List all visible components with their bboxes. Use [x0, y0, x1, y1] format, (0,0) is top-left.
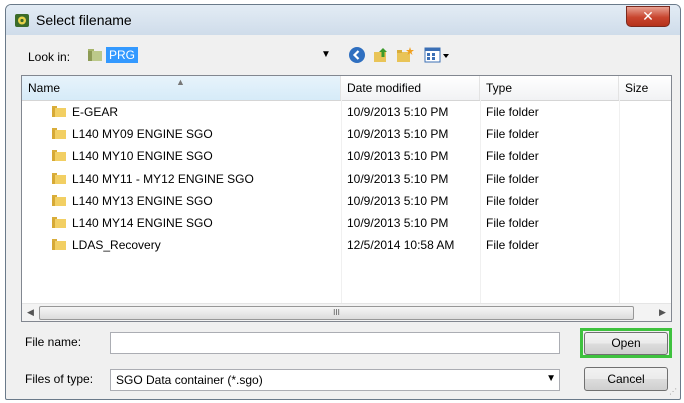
folder-icon [52, 194, 66, 206]
file-name-label: File name: [25, 335, 82, 349]
list-item[interactable]: L140 MY09 ENGINE SGO 10/9/2013 5:10 PM Fil… [22, 123, 671, 145]
file-name: LDAS_Recovery [72, 238, 161, 253]
look-in-label: Look in: [28, 50, 71, 64]
column-label: Size [625, 81, 649, 95]
chevron-down-icon: ▼ [546, 373, 556, 384]
title-bar[interactable]: Select filename ✕ [6, 5, 680, 35]
file-date: 10/9/2013 5:10 PM [347, 171, 449, 186]
open-button[interactable]: Open [584, 332, 668, 355]
sort-ascending-icon: ▲ [176, 77, 185, 87]
list-item[interactable]: L140 MY10 ENGINE SGO 10/9/2013 5:10 PM Fil… [22, 145, 671, 167]
file-date: 12/5/2014 10:58 AM [347, 238, 455, 253]
file-type: File folder [486, 127, 539, 142]
list-rows: E-GEAR 10/9/2013 5:10 PM File folder L140 M… [22, 101, 671, 256]
list-item[interactable]: LDAS_Recovery 12/5/2014 10:58 AM File fold… [22, 234, 671, 256]
scroll-right-icon[interactable]: ▶ [654, 304, 671, 321]
file-type: File folder [486, 105, 539, 119]
file-date: 10/9/2013 5:10 PM [347, 149, 449, 164]
file-type: File folder [486, 215, 539, 230]
column-header-size[interactable]: Size [619, 76, 671, 100]
column-label: Type [486, 81, 513, 95]
column-header-date[interactable]: Date modified [341, 76, 480, 100]
app-icon [15, 14, 29, 27]
file-type-value: SGO Data container (*.sgo) [116, 373, 263, 387]
file-type: File folder [486, 171, 539, 186]
file-date: 10/9/2013 5:10 PM [347, 193, 449, 208]
file-name: L140 MY11 - MY12 ENGINE SGO [72, 171, 254, 186]
horizontal-scrollbar[interactable]: ◀ III ▶ [22, 303, 671, 321]
folder-icon [52, 150, 66, 162]
select-filename-dialog: Select filename ✕ Look in: PRG ▼ ▲ Name … [5, 4, 681, 400]
back-icon[interactable] [348, 46, 366, 64]
scroll-left-icon[interactable]: ◀ [22, 304, 39, 321]
view-menu-icon[interactable] [424, 46, 450, 64]
file-type: File folder [486, 238, 539, 253]
file-date: 10/9/2013 5:10 PM [347, 215, 449, 230]
chevron-down-icon[interactable]: ▼ [321, 49, 331, 60]
resize-grip-icon[interactable]: ⋰ [669, 387, 677, 396]
close-button[interactable]: ✕ [626, 6, 670, 27]
new-folder-icon[interactable] [396, 46, 414, 64]
column-header-type[interactable]: Type [480, 76, 619, 100]
folder-icon [52, 172, 66, 184]
column-header-name[interactable]: ▲ Name [22, 76, 341, 100]
folder-icon [88, 49, 102, 61]
file-name: E-GEAR [72, 105, 119, 119]
file-date: 10/9/2013 5:10 PM [347, 105, 449, 119]
folder-icon [52, 128, 66, 140]
file-name: L140 MY10 ENGINE SGO [72, 149, 213, 164]
file-type-label: Files of type: [25, 372, 94, 386]
list-item[interactable]: L140 MY11 - MY12 ENGINE SGO 10/9/2013 5:1… [22, 168, 671, 190]
column-label: Date modified [347, 81, 422, 95]
file-date: 10/9/2013 5:10 PM [347, 127, 449, 142]
list-item[interactable]: L140 MY13 ENGINE SGO 10/9/2013 5:10 PM Fil… [22, 190, 671, 212]
file-type: File folder [486, 149, 539, 164]
file-type: File folder [486, 193, 539, 208]
folder-icon [52, 216, 66, 228]
list-header: ▲ Name Date modified Type Size [22, 76, 671, 101]
close-icon: ✕ [642, 8, 654, 24]
folder-icon [52, 106, 66, 117]
look-in-row: Look in: PRG ▼ [6, 35, 680, 71]
list-item[interactable]: E-GEAR 10/9/2013 5:10 PM File folder [22, 101, 671, 123]
file-name: L140 MY09 ENGINE SGO [72, 127, 213, 142]
look-in-dropdown[interactable]: PRG [106, 47, 139, 63]
list-item[interactable]: L140 MY14 ENGINE SGO 10/9/2013 5:10 PM Fil… [22, 212, 671, 234]
file-name: L140 MY13 ENGINE SGO [72, 193, 213, 208]
folder-icon [52, 239, 66, 251]
file-type-select[interactable]: SGO Data container (*.sgo) ▼ [110, 369, 560, 391]
scroll-thumb[interactable]: III [39, 306, 634, 320]
file-name: L140 MY14 ENGINE SGO [72, 215, 213, 230]
column-label: Name [28, 81, 61, 95]
file-name-input[interactable] [110, 332, 560, 354]
cancel-button[interactable]: Cancel [584, 367, 668, 391]
file-list[interactable]: ▲ Name Date modified Type Size E-GEAR 10/… [21, 75, 672, 322]
window-title: Select filename [36, 12, 132, 28]
up-folder-icon[interactable] [372, 46, 390, 64]
